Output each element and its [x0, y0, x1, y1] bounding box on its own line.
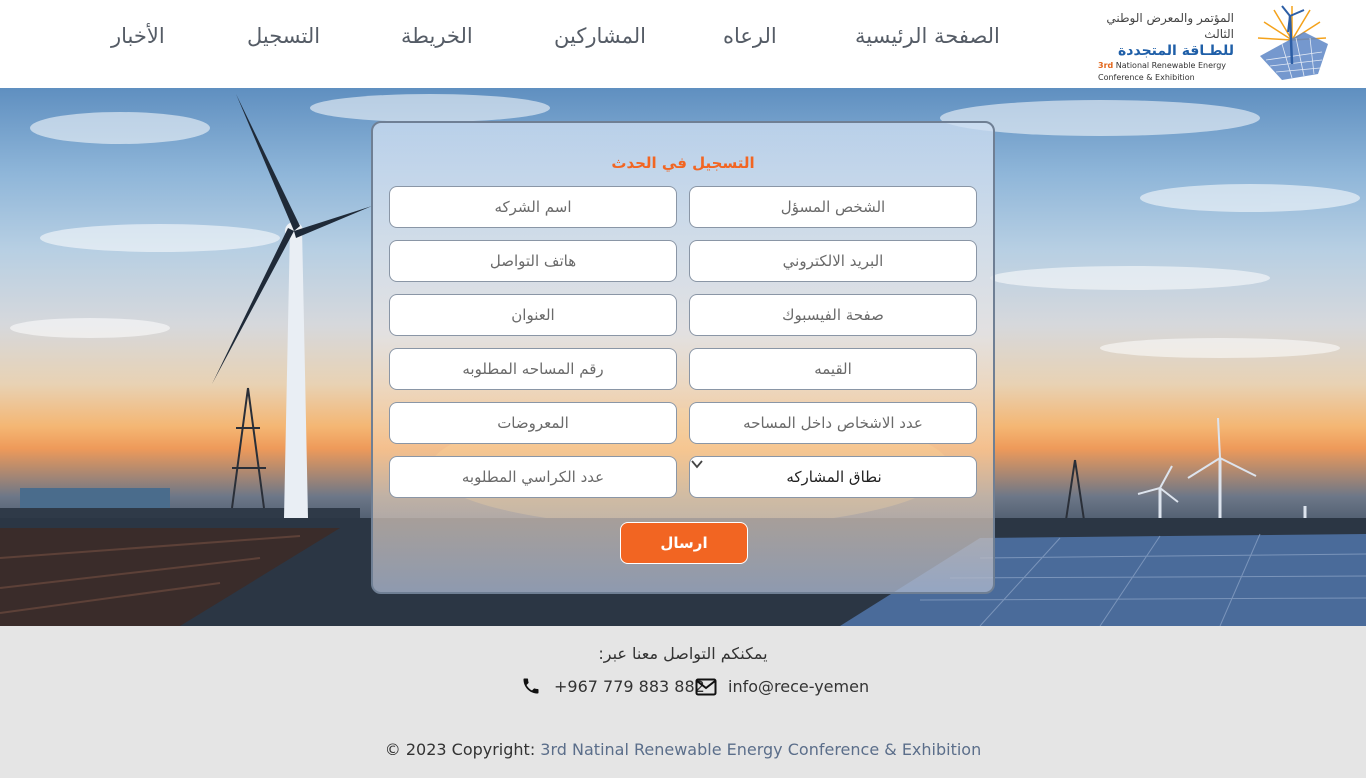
- phone-input[interactable]: [389, 240, 677, 282]
- area-number-input[interactable]: [389, 348, 677, 390]
- copyright-prefix: © 2023 Copyright:: [384, 740, 541, 759]
- exhibits-input[interactable]: [389, 402, 677, 444]
- site-logo[interactable]: المؤتمر والمعرض الوطني الثالث للطـاقة ال…: [1098, 4, 1332, 82]
- main-nav: الصفحة الرئيسية الرعاه المشاركين الخريطة…: [0, 0, 1060, 88]
- nav-sponsors[interactable]: الرعاه: [723, 24, 777, 48]
- nav-participants[interactable]: المشاركين: [554, 24, 646, 48]
- chevron-down-icon: [691, 460, 703, 469]
- logo-text: المؤتمر والمعرض الوطني الثالث للطـاقة ال…: [1094, 10, 1234, 84]
- hero-background: التسجيل في الحدث نطاق المشاركه ارسال: [0, 88, 1366, 626]
- nav-registration[interactable]: التسجيل: [247, 24, 320, 48]
- address-input[interactable]: [389, 294, 677, 336]
- site-header: المؤتمر والمعرض الوطني الثالث للطـاقة ال…: [0, 0, 1366, 88]
- participation-scope-value: نطاق المشاركه: [786, 468, 882, 486]
- copyright-link[interactable]: 3rd Natinal Renewable Energy Conference …: [540, 740, 981, 759]
- phone-number[interactable]: +967 779 883 882: [554, 677, 705, 696]
- mail-icon: [695, 678, 717, 696]
- logo-title-line2: للطـاقة المتجددة: [1118, 43, 1234, 59]
- nav-map[interactable]: الخريطة: [401, 24, 473, 48]
- logo-en-line2: Conference & Exhibition: [1098, 73, 1195, 82]
- logo-en-line1: National Renewable Energy: [1115, 61, 1227, 70]
- responsible-person-input[interactable]: [689, 186, 977, 228]
- logo-edition: 3rd: [1098, 61, 1114, 70]
- copyright: © 2023 Copyright: 3rd Natinal Renewable …: [0, 740, 1366, 759]
- company-name-input[interactable]: [389, 186, 677, 228]
- contact-row: +967 779 883 882 info@rece-yemen: [521, 676, 869, 698]
- form-title: التسجيل في الحدث: [611, 154, 755, 172]
- logo-title-line1: المؤتمر والمعرض الوطني الثالث: [1106, 11, 1234, 41]
- nav-news[interactable]: الأخبار: [111, 24, 165, 48]
- wind-solar-logo-icon: [1257, 5, 1328, 80]
- submit-button[interactable]: ارسال: [620, 522, 748, 564]
- email-input[interactable]: [689, 240, 977, 282]
- participation-scope-select[interactable]: نطاق المشاركه: [689, 456, 977, 498]
- value-input[interactable]: [689, 348, 977, 390]
- contact-title: يمكنكم التواصل معنا عبر:: [598, 644, 768, 663]
- nav-home[interactable]: الصفحة الرئيسية: [855, 24, 1000, 48]
- facebook-page-input[interactable]: [689, 294, 977, 336]
- chairs-count-input[interactable]: [389, 456, 677, 498]
- site-footer: يمكنكم التواصل معنا عبر: +967 779 883 88…: [0, 626, 1366, 778]
- phone-icon: [523, 678, 539, 694]
- people-count-input[interactable]: [689, 402, 977, 444]
- registration-form: التسجيل في الحدث نطاق المشاركه ارسال: [371, 121, 995, 594]
- email-address[interactable]: info@rece-yemen: [728, 677, 869, 696]
